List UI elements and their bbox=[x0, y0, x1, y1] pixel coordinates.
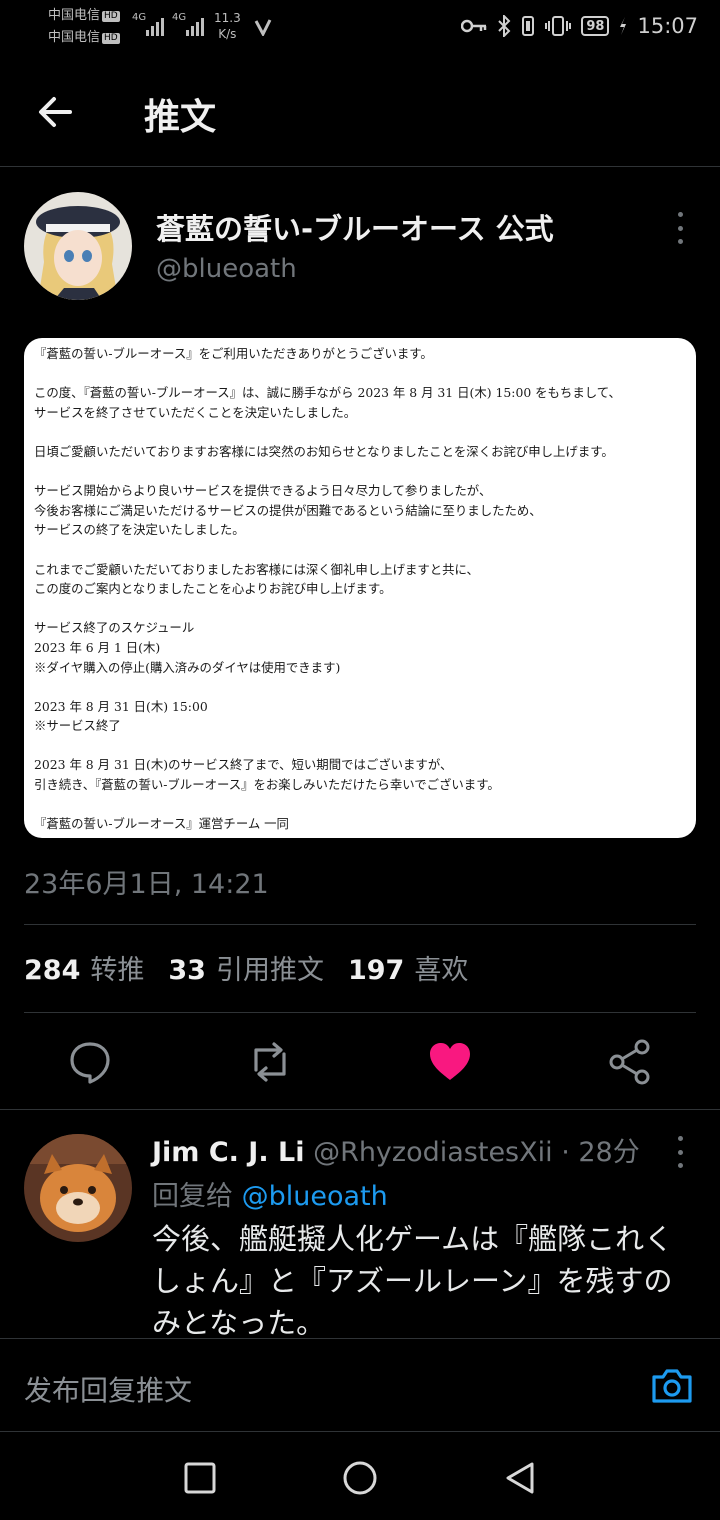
status-icons: 98 15:07 bbox=[461, 14, 698, 38]
notice-line: この度、『蒼藍の誓い-ブルーオース』は、誠に勝手ながら 2023 年 8 月 3… bbox=[34, 385, 621, 401]
reply-author-name: Jim C. J. Li bbox=[152, 1137, 305, 1168]
notice-line: 2023 年 8 月 31 日(木) 15:00 bbox=[34, 698, 208, 714]
notice-line: これまでご愛顧いただいておりましたお客様には深く御礼申し上げますと共に、 bbox=[34, 561, 479, 577]
divider bbox=[24, 1012, 696, 1013]
reply-author-handle-time: @RhyzodiastesXii · 28分 bbox=[313, 1137, 640, 1168]
notice-blank-line bbox=[34, 422, 686, 442]
notice-line: サービスの終了を決定いたしました。 bbox=[34, 522, 245, 538]
notice-line: 引き続き、『蒼藍の誓い-ブルーオース』をお楽しみいただけたら幸いでございます。 bbox=[34, 777, 500, 793]
notice-blank-line bbox=[34, 736, 686, 756]
charging-icon bbox=[620, 17, 627, 35]
tweet-media-image[interactable]: 『蒼藍の誓い-ブルーオース』をご利用いただきありがとうございます。この度、『蒼藍… bbox=[24, 338, 696, 838]
reply-text: 今後、艦艇擬人化ゲームは『艦隊これくしょん』と『アズールレーン』を残すのみとなっ… bbox=[152, 1222, 674, 1340]
reply-to-handle-link[interactable]: @blueoath bbox=[242, 1181, 388, 1212]
author-handle[interactable]: @blueoath bbox=[156, 254, 297, 284]
notice-line: 日頃ご愛顧いただいておりますお客様には突然のお知らせとなりましたことを深くお詫び… bbox=[34, 443, 614, 459]
reply-to-line: 回复给 @blueoath bbox=[152, 1181, 388, 1212]
notice-line: 『蒼藍の誓い-ブルーオース』をご利用いただきありがとうございます。 bbox=[34, 346, 433, 361]
notice-blank-line bbox=[34, 540, 686, 560]
carrier-2: 中国电信 HD bbox=[48, 30, 120, 45]
network-type-1: 4G bbox=[132, 12, 147, 23]
camera-icon[interactable] bbox=[650, 1365, 694, 1405]
notice-blank-line bbox=[34, 599, 686, 619]
wifi-check-icon bbox=[254, 19, 272, 36]
reply-avatar-image bbox=[24, 1134, 132, 1242]
reply-icon[interactable] bbox=[64, 1036, 116, 1088]
retweet-icon[interactable] bbox=[244, 1036, 296, 1088]
key-icon bbox=[461, 19, 487, 33]
notice-line: この度のご案内となりましたことを心よりお詫び申し上げます。 bbox=[34, 581, 392, 597]
clock: 15:07 bbox=[637, 14, 698, 38]
divider bbox=[0, 1109, 720, 1110]
back-triangle-icon[interactable] bbox=[502, 1460, 538, 1496]
reply-compose-bar: 发布回复推文 bbox=[0, 1338, 720, 1432]
notice-line: サービス終了のスケジュール bbox=[34, 620, 195, 636]
notice-line: ※ダイヤ購入の停止(購入済みのダイヤは使用できます) bbox=[34, 659, 341, 675]
notice-line: ※サービス終了 bbox=[34, 718, 121, 734]
network-type-2: 4G bbox=[172, 12, 187, 23]
author-name[interactable]: 蒼藍の誓い-ブルーオース 公式 bbox=[156, 206, 554, 248]
reply-input[interactable]: 发布回复推文 bbox=[24, 1369, 192, 1409]
like-filled-icon[interactable] bbox=[424, 1036, 476, 1088]
notice-line: 『蒼藍の誓い-ブルーオース』運営チーム 一同 bbox=[34, 816, 289, 832]
signal-2-icon bbox=[186, 14, 204, 36]
share-icon[interactable] bbox=[604, 1036, 656, 1088]
notice-blank-line bbox=[34, 795, 686, 815]
notice-blank-line bbox=[34, 364, 686, 384]
notice-blank-line bbox=[34, 677, 686, 697]
vibrate-icon bbox=[545, 16, 572, 36]
signal-1-icon bbox=[146, 14, 164, 36]
system-navigation-bar bbox=[0, 1430, 720, 1520]
notice-text: 『蒼藍の誓い-ブルーオース』をご利用いただきありがとうございます。この度、『蒼藍… bbox=[34, 344, 686, 834]
quotes-stat[interactable]: 33 引用推文 bbox=[168, 948, 324, 987]
author-avatar-image bbox=[24, 192, 132, 300]
recent-apps-icon[interactable] bbox=[182, 1460, 218, 1496]
bluetooth-icon bbox=[498, 15, 511, 37]
carrier-1: 中国电信 HD bbox=[48, 8, 120, 23]
back-arrow-icon[interactable] bbox=[36, 92, 76, 132]
notice-line: 2023 年 6 月 1 日(木) bbox=[34, 639, 161, 655]
reply-author[interactable]: Jim C. J. Li @RhyzodiastesXii · 28分 bbox=[152, 1130, 640, 1169]
tweet-timestamp: 23年6月1日, 14:21 bbox=[24, 869, 269, 900]
reply-more-options-icon[interactable] bbox=[674, 1136, 686, 1168]
retweets-stat[interactable]: 284 转推 bbox=[24, 948, 144, 987]
status-bar: 中国电信 HD 中国电信 HD 4G 4G 11.3 K/s 98 15:07 bbox=[0, 0, 720, 60]
likes-stat[interactable]: 197 喜欢 bbox=[348, 948, 468, 987]
reply-avatar[interactable] bbox=[24, 1134, 132, 1242]
home-icon[interactable] bbox=[342, 1460, 378, 1496]
notice-line: サービスを終了させていただくことを決定いたしました。 bbox=[34, 404, 357, 420]
notice-blank-line bbox=[34, 462, 686, 482]
notice-line: サービス開始からより良いサービスを提供できるよう日々尽力して参りましたが、 bbox=[34, 483, 492, 499]
network-speed: 11.3 K/s bbox=[214, 11, 241, 41]
top-app-bar: 推文 bbox=[0, 60, 720, 167]
tweet-more-options-icon[interactable] bbox=[674, 212, 686, 244]
divider bbox=[24, 924, 696, 925]
nfc-icon bbox=[522, 16, 535, 36]
author-avatar[interactable] bbox=[24, 192, 132, 300]
tweet-actions bbox=[0, 1036, 720, 1088]
tweet-stats: 284 转推 33 引用推文 197 喜欢 bbox=[24, 948, 468, 987]
notice-line: 今後お客様にご満足いただけるサービスの提供が困難であるという結論に至りましたため… bbox=[34, 502, 542, 518]
page-title: 推文 bbox=[144, 97, 217, 138]
notice-line: 2023 年 8 月 31 日(木)のサービス終了まで、短い期間ではございますが… bbox=[34, 757, 453, 773]
battery-indicator: 98 bbox=[581, 16, 610, 36]
